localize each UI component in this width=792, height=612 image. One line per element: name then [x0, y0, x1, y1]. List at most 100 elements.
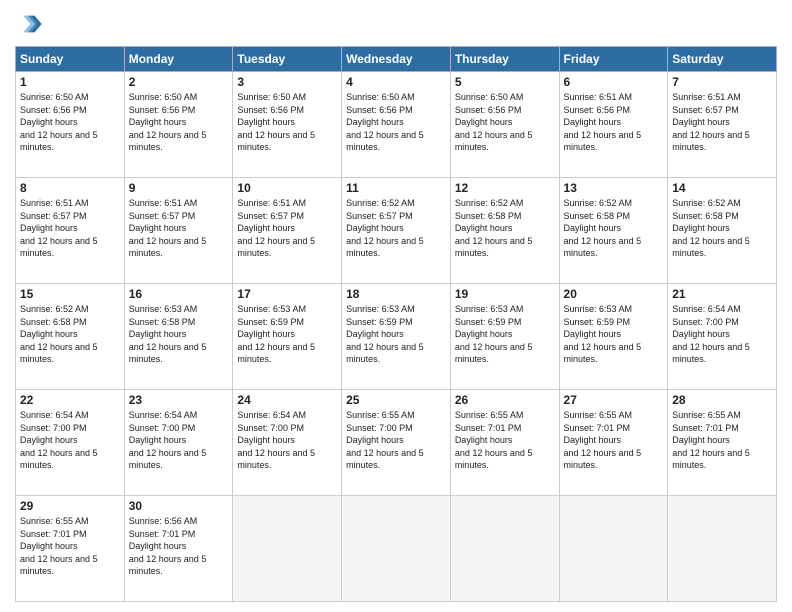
day-info: Sunrise: 6:55 AM Sunset: 7:01 PM Dayligh… — [672, 409, 772, 472]
calendar-cell: 18 Sunrise: 6:53 AM Sunset: 6:59 PM Dayl… — [342, 284, 451, 390]
day-number: 7 — [672, 75, 772, 89]
calendar-cell: 22 Sunrise: 6:54 AM Sunset: 7:00 PM Dayl… — [16, 390, 125, 496]
calendar-cell: 3 Sunrise: 6:50 AM Sunset: 6:56 PM Dayli… — [233, 72, 342, 178]
day-number: 24 — [237, 393, 337, 407]
calendar-cell: 23 Sunrise: 6:54 AM Sunset: 7:00 PM Dayl… — [124, 390, 233, 496]
calendar-cell: 21 Sunrise: 6:54 AM Sunset: 7:00 PM Dayl… — [668, 284, 777, 390]
day-number: 19 — [455, 287, 555, 301]
day-info: Sunrise: 6:51 AM Sunset: 6:57 PM Dayligh… — [129, 197, 229, 260]
day-number: 2 — [129, 75, 229, 89]
calendar-cell: 7 Sunrise: 6:51 AM Sunset: 6:57 PM Dayli… — [668, 72, 777, 178]
weekday-header-sunday: Sunday — [16, 47, 125, 72]
calendar-cell: 9 Sunrise: 6:51 AM Sunset: 6:57 PM Dayli… — [124, 178, 233, 284]
day-info: Sunrise: 6:50 AM Sunset: 6:56 PM Dayligh… — [20, 91, 120, 154]
calendar-cell: 10 Sunrise: 6:51 AM Sunset: 6:57 PM Dayl… — [233, 178, 342, 284]
calendar-cell: 8 Sunrise: 6:51 AM Sunset: 6:57 PM Dayli… — [16, 178, 125, 284]
weekday-header-monday: Monday — [124, 47, 233, 72]
calendar-cell: 4 Sunrise: 6:50 AM Sunset: 6:56 PM Dayli… — [342, 72, 451, 178]
weekday-header-thursday: Thursday — [450, 47, 559, 72]
calendar-cell: 24 Sunrise: 6:54 AM Sunset: 7:00 PM Dayl… — [233, 390, 342, 496]
day-info: Sunrise: 6:50 AM Sunset: 6:56 PM Dayligh… — [129, 91, 229, 154]
calendar-cell: 30 Sunrise: 6:56 AM Sunset: 7:01 PM Dayl… — [124, 496, 233, 602]
day-info: Sunrise: 6:55 AM Sunset: 7:01 PM Dayligh… — [20, 515, 120, 578]
day-info: Sunrise: 6:51 AM Sunset: 6:57 PM Dayligh… — [20, 197, 120, 260]
day-info: Sunrise: 6:55 AM Sunset: 7:01 PM Dayligh… — [564, 409, 664, 472]
day-info: Sunrise: 6:51 AM Sunset: 6:57 PM Dayligh… — [237, 197, 337, 260]
calendar-cell — [233, 496, 342, 602]
day-number: 8 — [20, 181, 120, 195]
day-info: Sunrise: 6:52 AM Sunset: 6:58 PM Dayligh… — [20, 303, 120, 366]
day-info: Sunrise: 6:54 AM Sunset: 7:00 PM Dayligh… — [237, 409, 337, 472]
day-info: Sunrise: 6:55 AM Sunset: 7:00 PM Dayligh… — [346, 409, 446, 472]
weekday-header-friday: Friday — [559, 47, 668, 72]
day-info: Sunrise: 6:53 AM Sunset: 6:59 PM Dayligh… — [564, 303, 664, 366]
calendar-cell: 2 Sunrise: 6:50 AM Sunset: 6:56 PM Dayli… — [124, 72, 233, 178]
weekday-header-tuesday: Tuesday — [233, 47, 342, 72]
day-number: 21 — [672, 287, 772, 301]
day-info: Sunrise: 6:52 AM Sunset: 6:58 PM Dayligh… — [564, 197, 664, 260]
day-info: Sunrise: 6:52 AM Sunset: 6:58 PM Dayligh… — [672, 197, 772, 260]
day-info: Sunrise: 6:53 AM Sunset: 6:59 PM Dayligh… — [237, 303, 337, 366]
calendar-table: SundayMondayTuesdayWednesdayThursdayFrid… — [15, 46, 777, 602]
day-number: 12 — [455, 181, 555, 195]
day-number: 9 — [129, 181, 229, 195]
calendar-cell: 14 Sunrise: 6:52 AM Sunset: 6:58 PM Dayl… — [668, 178, 777, 284]
day-info: Sunrise: 6:52 AM Sunset: 6:58 PM Dayligh… — [455, 197, 555, 260]
day-number: 17 — [237, 287, 337, 301]
day-number: 28 — [672, 393, 772, 407]
calendar-cell: 6 Sunrise: 6:51 AM Sunset: 6:56 PM Dayli… — [559, 72, 668, 178]
day-number: 16 — [129, 287, 229, 301]
logo — [15, 10, 47, 38]
day-info: Sunrise: 6:51 AM Sunset: 6:56 PM Dayligh… — [564, 91, 664, 154]
day-info: Sunrise: 6:53 AM Sunset: 6:58 PM Dayligh… — [129, 303, 229, 366]
calendar-cell: 1 Sunrise: 6:50 AM Sunset: 6:56 PM Dayli… — [16, 72, 125, 178]
day-number: 29 — [20, 499, 120, 513]
day-info: Sunrise: 6:50 AM Sunset: 6:56 PM Dayligh… — [237, 91, 337, 154]
day-info: Sunrise: 6:50 AM Sunset: 6:56 PM Dayligh… — [455, 91, 555, 154]
day-info: Sunrise: 6:56 AM Sunset: 7:01 PM Dayligh… — [129, 515, 229, 578]
calendar-cell: 5 Sunrise: 6:50 AM Sunset: 6:56 PM Dayli… — [450, 72, 559, 178]
day-number: 25 — [346, 393, 446, 407]
day-number: 3 — [237, 75, 337, 89]
day-number: 1 — [20, 75, 120, 89]
calendar-cell: 13 Sunrise: 6:52 AM Sunset: 6:58 PM Dayl… — [559, 178, 668, 284]
day-info: Sunrise: 6:51 AM Sunset: 6:57 PM Dayligh… — [672, 91, 772, 154]
day-number: 4 — [346, 75, 446, 89]
weekday-header-wednesday: Wednesday — [342, 47, 451, 72]
day-number: 10 — [237, 181, 337, 195]
day-info: Sunrise: 6:50 AM Sunset: 6:56 PM Dayligh… — [346, 91, 446, 154]
page: SundayMondayTuesdayWednesdayThursdayFrid… — [0, 0, 792, 612]
calendar-cell: 25 Sunrise: 6:55 AM Sunset: 7:00 PM Dayl… — [342, 390, 451, 496]
calendar-cell: 16 Sunrise: 6:53 AM Sunset: 6:58 PM Dayl… — [124, 284, 233, 390]
day-number: 18 — [346, 287, 446, 301]
calendar-cell: 27 Sunrise: 6:55 AM Sunset: 7:01 PM Dayl… — [559, 390, 668, 496]
day-info: Sunrise: 6:54 AM Sunset: 7:00 PM Dayligh… — [672, 303, 772, 366]
day-info: Sunrise: 6:54 AM Sunset: 7:00 PM Dayligh… — [129, 409, 229, 472]
day-number: 22 — [20, 393, 120, 407]
day-info: Sunrise: 6:52 AM Sunset: 6:57 PM Dayligh… — [346, 197, 446, 260]
day-info: Sunrise: 6:53 AM Sunset: 6:59 PM Dayligh… — [455, 303, 555, 366]
day-number: 26 — [455, 393, 555, 407]
calendar-cell — [559, 496, 668, 602]
calendar-cell — [668, 496, 777, 602]
calendar-cell: 19 Sunrise: 6:53 AM Sunset: 6:59 PM Dayl… — [450, 284, 559, 390]
day-number: 15 — [20, 287, 120, 301]
weekday-header-saturday: Saturday — [668, 47, 777, 72]
day-info: Sunrise: 6:54 AM Sunset: 7:00 PM Dayligh… — [20, 409, 120, 472]
day-number: 13 — [564, 181, 664, 195]
day-number: 6 — [564, 75, 664, 89]
calendar-cell — [450, 496, 559, 602]
calendar-cell: 12 Sunrise: 6:52 AM Sunset: 6:58 PM Dayl… — [450, 178, 559, 284]
day-number: 5 — [455, 75, 555, 89]
calendar-cell: 17 Sunrise: 6:53 AM Sunset: 6:59 PM Dayl… — [233, 284, 342, 390]
day-number: 14 — [672, 181, 772, 195]
calendar-cell: 20 Sunrise: 6:53 AM Sunset: 6:59 PM Dayl… — [559, 284, 668, 390]
day-number: 30 — [129, 499, 229, 513]
logo-icon — [15, 10, 43, 38]
day-number: 11 — [346, 181, 446, 195]
calendar-cell: 11 Sunrise: 6:52 AM Sunset: 6:57 PM Dayl… — [342, 178, 451, 284]
calendar-cell — [342, 496, 451, 602]
calendar-cell: 29 Sunrise: 6:55 AM Sunset: 7:01 PM Dayl… — [16, 496, 125, 602]
day-info: Sunrise: 6:55 AM Sunset: 7:01 PM Dayligh… — [455, 409, 555, 472]
day-number: 23 — [129, 393, 229, 407]
